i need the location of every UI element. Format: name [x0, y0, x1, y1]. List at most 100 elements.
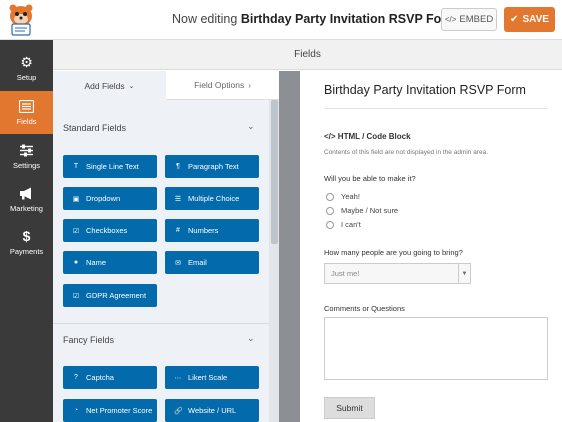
sidebar-item-fields[interactable]: Fields — [0, 91, 53, 134]
section-divider — [53, 323, 269, 324]
chevron-right-icon: › — [248, 80, 251, 90]
check-square-icon: ☑ — [72, 292, 80, 300]
field-button-net-promoter-score[interactable]: ◔ Net Promoter Score — [63, 399, 157, 422]
field-button-likert-scale[interactable]: ⋯ Likert Scale — [165, 366, 259, 389]
sidebar-item-payments[interactable]: $ Payments — [0, 221, 53, 264]
chevron-down-icon: ⌄ — [128, 82, 135, 90]
radio-button[interactable] — [326, 220, 334, 229]
field-button-label: Multiple Choice — [188, 194, 240, 203]
question-guests-label: How many people are you going to bring? — [324, 248, 463, 257]
save-button-label: SAVE — [522, 14, 549, 25]
embed-button-label: EMBED — [459, 14, 494, 25]
sidebar-item-label: Payments — [9, 247, 44, 256]
envelope-icon: ✉ — [175, 259, 181, 267]
builder-sidebar: ⚙ Setup Fields Settings Marketing $ Paym… — [0, 40, 53, 422]
field-button-checkboxes[interactable]: ☑ Checkboxes — [63, 219, 157, 242]
wpforms-logo-icon — [9, 4, 33, 36]
standard-fields-title: Standard Fields — [63, 123, 127, 133]
dots-icon: ⋯ — [174, 374, 182, 382]
field-button-label: Likert Scale — [188, 373, 228, 382]
fancy-fields-title: Fancy Fields — [63, 335, 115, 345]
sidebar-item-label: Marketing — [10, 203, 43, 213]
field-button-label: Net Promoter Score — [86, 406, 153, 415]
question-attendance-label: Will you be able to make it? — [324, 174, 416, 183]
field-button-email[interactable]: ✉ Email — [165, 251, 259, 274]
radio-option-cant[interactable]: I can't — [326, 220, 361, 229]
panel-scrollbar-thumb[interactable] — [271, 100, 278, 244]
page-title: Now editing Birthday Party Invitation RS… — [172, 12, 457, 26]
link-icon: 🔗 — [174, 407, 183, 415]
field-button-dropdown[interactable]: ▣ Dropdown — [63, 187, 157, 210]
tab-field-options[interactable]: Field Options › — [166, 71, 279, 100]
radio-option-label: I can't — [341, 220, 361, 229]
form-preview-title: Birthday Party Invitation RSVP Form — [324, 83, 526, 97]
sidebar-item-setup[interactable]: ⚙ Setup — [0, 47, 53, 90]
html-code-block-note: Contents of this field are not displayed… — [324, 149, 489, 156]
embed-button[interactable]: </> EMBED — [441, 8, 497, 31]
collapse-standard-chevron-icon[interactable]: ⌄ — [247, 121, 255, 132]
field-button-captcha[interactable]: ? Captcha — [63, 366, 157, 389]
field-button-paragraph-text[interactable]: ¶ Paragraph Text — [165, 155, 259, 178]
tab-add-fields[interactable]: Add Fields ⌄ — [53, 71, 166, 100]
dropdown-icon: ▣ — [72, 195, 80, 203]
field-button-label: Single Line Text — [86, 162, 139, 171]
tab-field-options-label: Field Options — [194, 80, 245, 90]
top-bar: Now editing Birthday Party Invitation RS… — [0, 0, 562, 40]
field-button-label: Dropdown — [86, 194, 121, 203]
field-button-multiple-choice[interactable]: ☰ Multiple Choice — [165, 187, 259, 210]
gear-icon: ⚙ — [20, 54, 33, 70]
field-button-label: Checkboxes — [86, 226, 128, 235]
title-divider — [324, 108, 548, 109]
chevron-down-icon: ▼ — [458, 264, 470, 283]
sidebar-item-label: Fields — [16, 116, 37, 126]
field-button-label: Email — [188, 258, 207, 267]
save-button[interactable]: ✔ SAVE — [504, 7, 555, 32]
field-button-label: Paragraph Text — [188, 162, 239, 171]
field-button-website-url[interactable]: 🔗 Website / URL — [165, 399, 259, 422]
sidebar-item-label: Setup — [16, 73, 37, 82]
checkmark-icon: ✔ — [510, 14, 519, 25]
radio-option-maybe[interactable]: Maybe / Not sure — [326, 206, 398, 215]
field-button-label: Numbers — [188, 226, 219, 235]
hash-icon: # — [176, 227, 180, 234]
guests-dropdown[interactable]: Just me! ▼ — [324, 263, 471, 284]
field-button-single-line-text[interactable]: T Single Line Text — [63, 155, 157, 178]
field-button-label: GDPR Agreement — [86, 291, 147, 300]
megaphone-icon — [20, 187, 31, 199]
field-button-numbers[interactable]: # Numbers — [165, 219, 259, 242]
tab-add-fields-label: Add Fields — [84, 80, 125, 91]
user-icon: ● — [73, 259, 79, 266]
fields-list-icon — [19, 99, 34, 113]
text-icon: T — [73, 163, 79, 170]
field-button-name[interactable]: ● Name — [63, 251, 157, 274]
paragraph-icon: ¶ — [176, 163, 180, 170]
sidebar-item-label: Settings — [12, 160, 41, 170]
form-name: Birthday Party Invitation RSVP Form — [240, 12, 458, 26]
radio-button[interactable] — [326, 192, 334, 201]
list-icon: ☰ — [174, 195, 182, 203]
fields-panel: Add Fields ⌄ Field Options › Standard Fi… — [53, 71, 279, 422]
sliders-icon — [20, 144, 33, 156]
sidebar-item-marketing[interactable]: Marketing — [0, 178, 53, 221]
question-circle-icon: ? — [74, 374, 78, 381]
radio-button[interactable] — [326, 206, 334, 215]
radio-option-label: Yeah! — [341, 192, 360, 201]
radio-option-yeah[interactable]: Yeah! — [326, 192, 360, 201]
field-button-gdpr-agreement[interactable]: ☑ GDPR Agreement — [63, 284, 157, 307]
html-code-block-label[interactable]: </> HTML / Code Block — [324, 132, 411, 141]
submit-button[interactable]: Submit — [324, 397, 375, 419]
comments-textarea[interactable] — [324, 317, 548, 380]
editing-prefix: Now editing — [172, 12, 238, 26]
field-button-label: Name — [86, 258, 107, 267]
guests-dropdown-value: Just me! — [331, 269, 360, 278]
radio-option-label: Maybe / Not sure — [341, 206, 399, 215]
preview-gutter — [279, 71, 300, 422]
section-header: Fields — [53, 40, 562, 70]
collapse-fancy-chevron-icon[interactable]: ⌄ — [247, 333, 255, 344]
field-button-label: Captcha — [86, 373, 114, 382]
gauge-icon: ◔ — [73, 407, 79, 414]
sidebar-item-settings[interactable]: Settings — [0, 135, 53, 178]
form-preview: Birthday Party Invitation RSVP Form </> … — [300, 71, 562, 422]
checkbox-icon: ☑ — [72, 227, 80, 235]
comments-label: Comments or Questions — [324, 304, 405, 313]
